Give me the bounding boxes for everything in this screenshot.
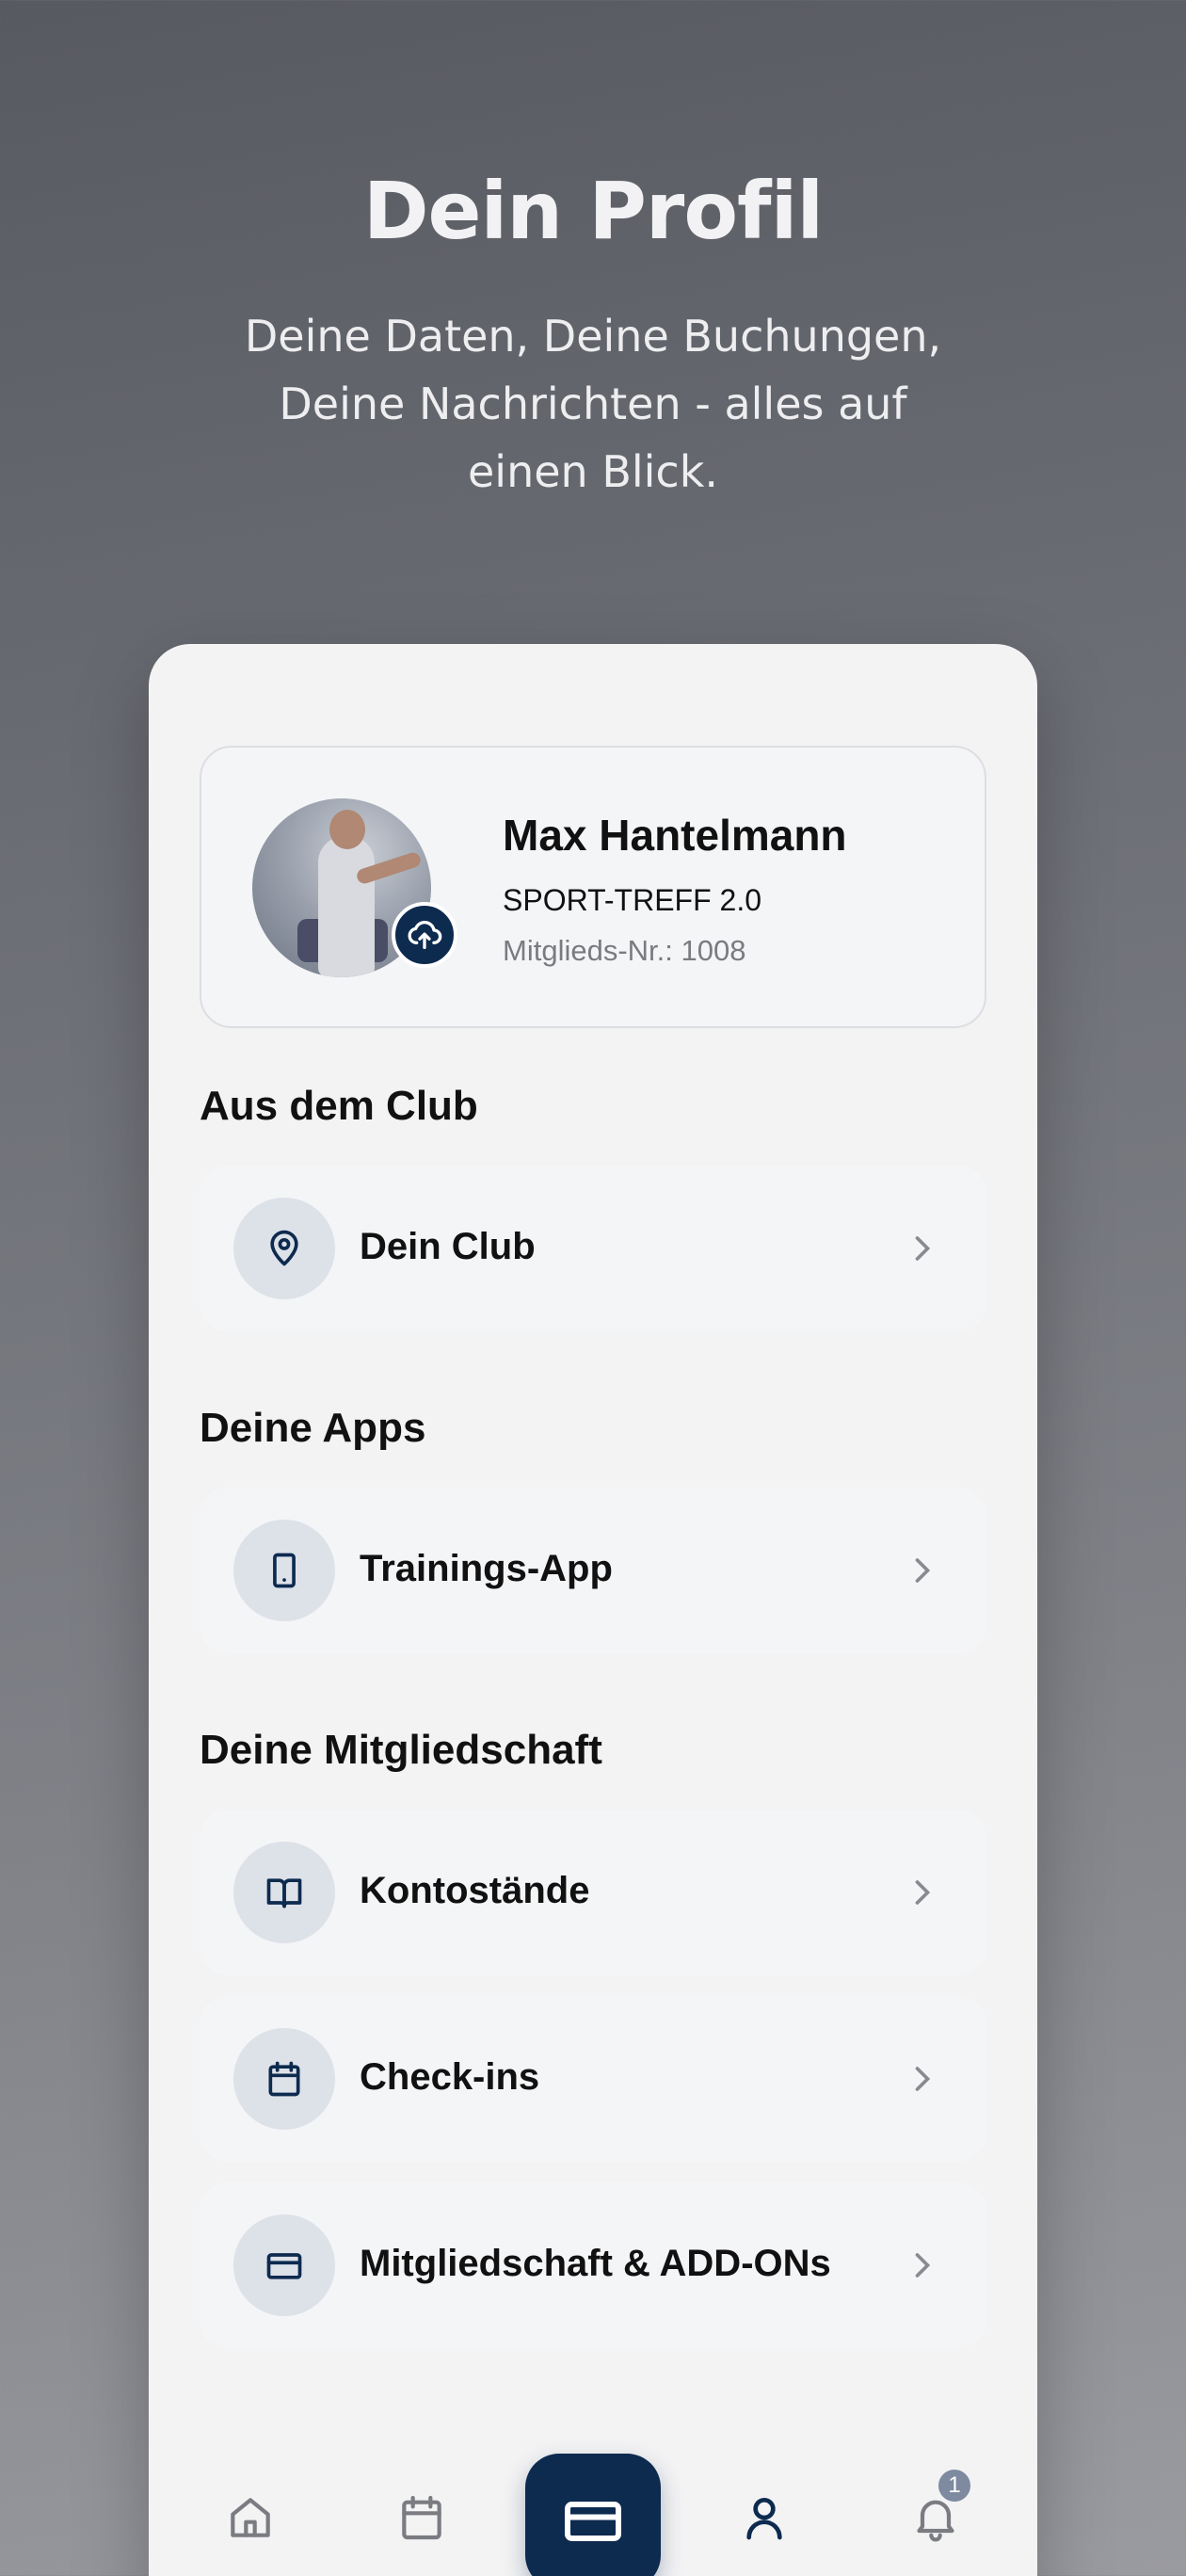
- cloud-upload-icon: [408, 920, 442, 949]
- chevron-right-icon: [915, 2253, 931, 2278]
- row-mitgliedschaft-addons[interactable]: Mitgliedschaft & ADD-ONs: [200, 2182, 986, 2348]
- tab-membership-card[interactable]: [525, 2454, 661, 2576]
- chevron-right-icon: [915, 1236, 931, 1261]
- calendar-icon: [402, 2495, 441, 2540]
- tab-profile[interactable]: [736, 2489, 793, 2546]
- book-icon: [266, 1878, 302, 1908]
- row-check-ins[interactable]: Check-ins: [200, 1996, 986, 2162]
- row-label: Mitgliedschaft & ADD-ONs: [360, 2243, 831, 2284]
- section-title-membership: Deine Mitgliedschaft: [200, 1727, 602, 1773]
- calendar-icon: [268, 2061, 300, 2097]
- row-trainings-app[interactable]: Trainings-App: [200, 1488, 986, 1653]
- card-icon: [565, 2502, 621, 2541]
- notification-badge: 1: [936, 2467, 973, 2504]
- profile-name: Max Hantelmann: [503, 811, 847, 860]
- bottom-tab-bar: 1: [149, 2386, 1037, 2576]
- profile-card[interactable]: Max Hantelmann SPORT-TREFF 2.0 Mitglieds…: [200, 746, 986, 1028]
- profile-club: SPORT-TREFF 2.0: [503, 883, 762, 917]
- row-kontostaende[interactable]: Kontostände: [200, 1810, 986, 1975]
- phone-screen: Max Hantelmann SPORT-TREFF 2.0 Mitglieds…: [149, 644, 1037, 2576]
- chevron-right-icon: [915, 1558, 931, 1583]
- section-title-apps: Deine Apps: [200, 1405, 426, 1451]
- row-label: Dein Club: [360, 1226, 536, 1267]
- chevron-right-icon: [915, 1880, 931, 1905]
- card-icon: [266, 2253, 302, 2279]
- user-icon: [746, 2498, 782, 2540]
- upload-photo-button[interactable]: [392, 902, 457, 968]
- row-label: Trainings-App: [360, 1548, 613, 1589]
- row-label: Kontostände: [360, 1870, 590, 1911]
- location-pin-icon: [270, 1230, 298, 1266]
- tab-calendar[interactable]: [393, 2489, 450, 2546]
- tab-home[interactable]: [222, 2489, 279, 2546]
- page-subtitle: Deine Daten, Deine Buchungen, Deine Nach…: [244, 311, 942, 497]
- chevron-right-icon: [915, 2067, 931, 2091]
- hero: Dein Profil Deine Daten, Deine Buchungen…: [0, 165, 1186, 506]
- row-dein-club[interactable]: Dein Club: [200, 1166, 986, 1331]
- smartphone-icon: [273, 1553, 296, 1588]
- section-title-club: Aus dem Club: [200, 1083, 478, 1129]
- row-label: Check-ins: [360, 2056, 540, 2098]
- page-title: Dein Profil: [362, 165, 824, 257]
- home-icon: [231, 2498, 270, 2537]
- member-number: Mitglieds-Nr.: 1008: [503, 934, 746, 967]
